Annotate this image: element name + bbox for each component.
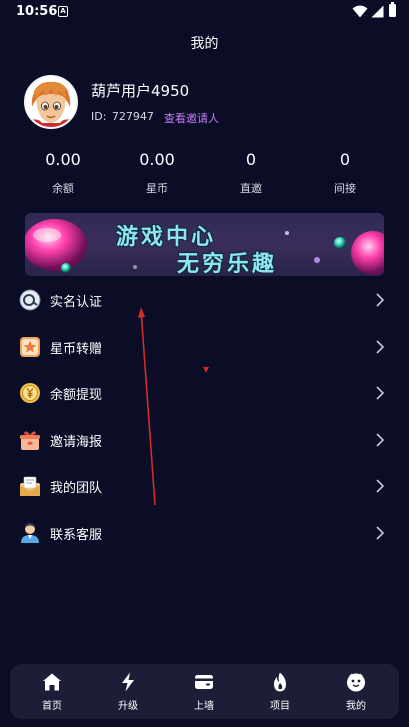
- nav-label: 升级: [118, 701, 138, 712]
- nav-label: 首页: [42, 701, 62, 712]
- stat-value: 0.00: [139, 150, 175, 169]
- stat-direct-invites[interactable]: 0 直邀: [211, 150, 291, 196]
- stat-value: 0.00: [45, 150, 81, 169]
- stat-indirect-invites[interactable]: 0 间接: [305, 150, 385, 196]
- customer-service-icon: [21, 523, 39, 543]
- nav-item-mine[interactable]: 我的: [326, 664, 386, 719]
- menu-label: 邀请海报: [50, 435, 103, 450]
- menu-item-invite-poster[interactable]: 邀请海报: [0, 417, 409, 463]
- stat-label: 间接: [334, 182, 356, 195]
- status-time: 10:56: [16, 4, 58, 19]
- menu-label: 余额提现: [50, 388, 103, 403]
- bottom-nav: 首页 升级 上墙 项目 我的: [10, 664, 399, 719]
- chevron-right-icon: [376, 526, 385, 540]
- stat-star-coin[interactable]: 0.00 星币: [117, 150, 197, 196]
- stat-value: 0: [245, 150, 257, 169]
- face-icon: [347, 673, 365, 692]
- menu-label: 星币转赠: [50, 342, 103, 357]
- signal-icon: [371, 5, 384, 18]
- nav-item-wall[interactable]: 上墙: [174, 664, 234, 719]
- gift-icon: [20, 431, 40, 450]
- user-id-label: ID:: [91, 110, 107, 123]
- menu-item-star-coin-transfer[interactable]: 星币转赠: [0, 324, 409, 370]
- chevron-right-icon: [376, 293, 385, 307]
- nav-item-projects[interactable]: 项目: [250, 664, 310, 719]
- page-title: 我的: [190, 36, 219, 52]
- user-id-value: 727947: [111, 110, 154, 123]
- nav-label: 上墙: [194, 701, 214, 712]
- screen: 10:56 A 我的 葫芦用户4950 ID: 727947 查看邀请人 0.0…: [0, 0, 409, 727]
- star-coin-icon: [20, 337, 40, 357]
- battery-icon: [389, 2, 396, 17]
- view-inviter-link[interactable]: 查看邀请人: [164, 110, 219, 126]
- nav-label: 项目: [270, 701, 290, 712]
- menu-item-my-team[interactable]: 我的团队: [0, 463, 409, 509]
- menu-label: 我的团队: [50, 481, 103, 496]
- stat-label: 直邀: [240, 182, 262, 195]
- chevron-right-icon: [376, 386, 385, 400]
- stat-value: 0: [339, 150, 351, 169]
- user-id: ID: 727947: [91, 110, 154, 123]
- id-verify-icon: [19, 289, 41, 311]
- notification-icon: A: [58, 6, 68, 17]
- home-icon: [43, 673, 61, 691]
- menu-item-real-name-verification[interactable]: 实名认证: [0, 277, 409, 323]
- chevron-right-icon: [376, 340, 385, 354]
- nav-item-home[interactable]: 首页: [22, 664, 82, 719]
- stat-label: 余额: [52, 182, 74, 195]
- chevron-right-icon: [376, 433, 385, 447]
- status-bar: 10:56 A: [0, 0, 409, 24]
- avatar[interactable]: [24, 75, 78, 129]
- flame-icon: [274, 672, 286, 692]
- nav-label: 我的: [346, 701, 366, 712]
- stat-balance[interactable]: 0.00 余额: [23, 150, 103, 196]
- menu-item-contact-support[interactable]: 联系客服: [0, 510, 409, 556]
- banner-subtitle: 无穷乐趣: [177, 252, 278, 276]
- menu-label: 联系客服: [50, 528, 103, 543]
- avatar-cartoon-icon: [26, 77, 76, 127]
- menu-item-balance-withdraw[interactable]: 余额提现: [0, 370, 409, 416]
- yuan-coin-icon: [20, 383, 40, 403]
- stat-label: 星币: [146, 182, 168, 195]
- wallet-icon: [195, 675, 213, 689]
- username: 葫芦用户4950: [91, 82, 190, 100]
- chevron-right-icon: [376, 479, 385, 493]
- wifi-icon: [352, 5, 368, 18]
- lightning-icon: [122, 672, 134, 692]
- nav-item-upgrade[interactable]: 升级: [98, 664, 158, 719]
- game-center-banner[interactable]: 游戏中心 无穷乐趣: [25, 213, 384, 276]
- menu-label: 实名认证: [50, 295, 103, 310]
- team-envelope-icon: [20, 476, 40, 496]
